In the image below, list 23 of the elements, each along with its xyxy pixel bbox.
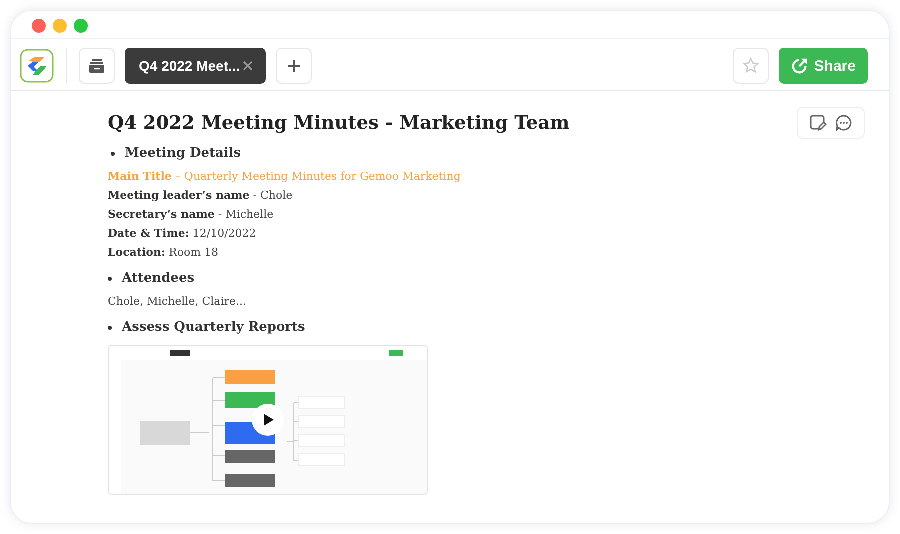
detail-line: Main Title – Quarterly Meeting Minutes for Gemoo Marketing	[108, 169, 462, 185]
document-title: Q4 2022 Meeting Minutes - Marketing Team	[108, 113, 570, 134]
section-heading: Meeting Details	[125, 146, 242, 161]
add-tab-button[interactable]	[276, 48, 312, 84]
archive-icon[interactable]	[79, 48, 115, 84]
share-icon	[790, 56, 810, 76]
detail-line: Meeting leader’s name - Chole	[108, 188, 294, 204]
detail-line: Location: Room 18	[108, 245, 220, 261]
bullet-icon	[108, 326, 112, 330]
section-heading: Assess Quarterly Reports	[122, 320, 306, 335]
close-window-button[interactable]	[32, 19, 46, 33]
edit-note-icon[interactable]	[809, 114, 827, 132]
app-logo-icon[interactable]	[20, 49, 54, 83]
section-heading: Attendees	[122, 271, 195, 286]
detail-line: Chole, Michelle, Claire...	[108, 294, 248, 310]
bullet-icon	[108, 276, 112, 280]
document-tab[interactable]: Q4 2022 Meet...	[125, 48, 266, 84]
detail-line: Secretary’s name - Michelle	[108, 207, 275, 223]
plus-icon	[286, 58, 302, 74]
comment-icon[interactable]	[835, 114, 853, 132]
bullet-icon	[111, 152, 115, 156]
close-icon[interactable]	[242, 60, 254, 72]
detail-line: Date & Time: 12/10/2022	[108, 226, 258, 242]
